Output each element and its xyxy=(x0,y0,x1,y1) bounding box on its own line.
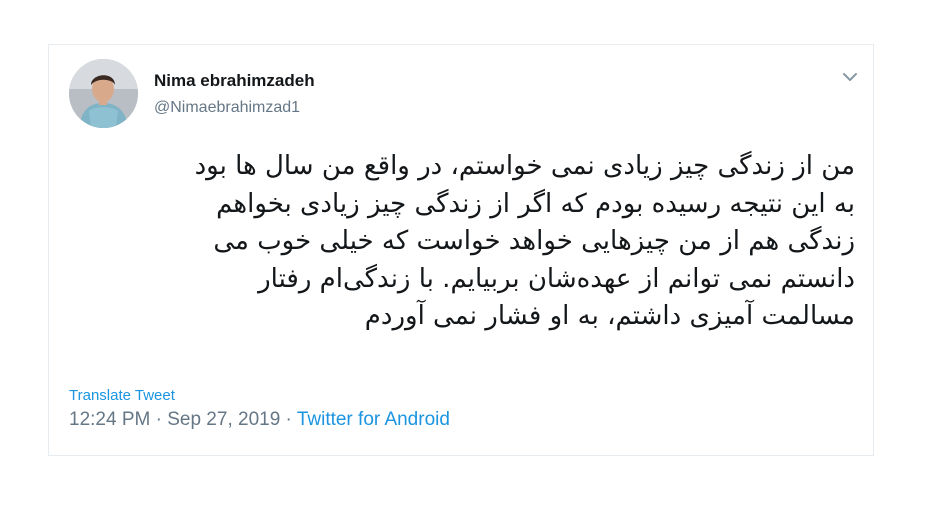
translate-tweet-link[interactable]: Translate Tweet xyxy=(69,387,175,404)
meta-separator: · xyxy=(285,409,292,430)
meta-separator: · xyxy=(155,409,162,430)
tweet-text-line: دانستم نمی توانم از عهده‌شان بربیایم. با… xyxy=(258,263,855,294)
tweet-text-line: مسالمت آمیزی داشتم، به او فشار نمی آوردم xyxy=(364,301,855,332)
tweet-text-line: به این نتیجه رسیده بودم که اگر از زندگی … xyxy=(216,188,855,219)
avatar[interactable] xyxy=(69,59,138,128)
author-name[interactable]: Nima ebrahimzadeh xyxy=(154,71,315,91)
tweet-text-line: من از زندگی چیز زیادی نمی خواستم، در واق… xyxy=(194,151,855,181)
tweet-time[interactable]: 12:24 PM xyxy=(69,409,150,430)
tweet-source-link[interactable]: Twitter for Android xyxy=(297,409,450,430)
tweet-text-line: زندگی هم از من چیزهایی خواهد خواست که خی… xyxy=(213,226,855,257)
avatar-photo xyxy=(69,59,138,128)
chevron-down-icon[interactable] xyxy=(841,69,859,83)
tweet-metadata: 12:24 PM · Sep 27, 2019 · Twitter for An… xyxy=(69,409,450,431)
author-handle[interactable]: @Nimaebrahimzad1 xyxy=(154,99,300,117)
tweet-text: من از زندگی چیز زیادی نمی خواستم، در واق… xyxy=(71,148,855,336)
tweet-card: Nima ebrahimzadeh @Nimaebrahimzad1 من از… xyxy=(48,44,874,456)
tweet-date[interactable]: Sep 27, 2019 xyxy=(167,409,280,430)
